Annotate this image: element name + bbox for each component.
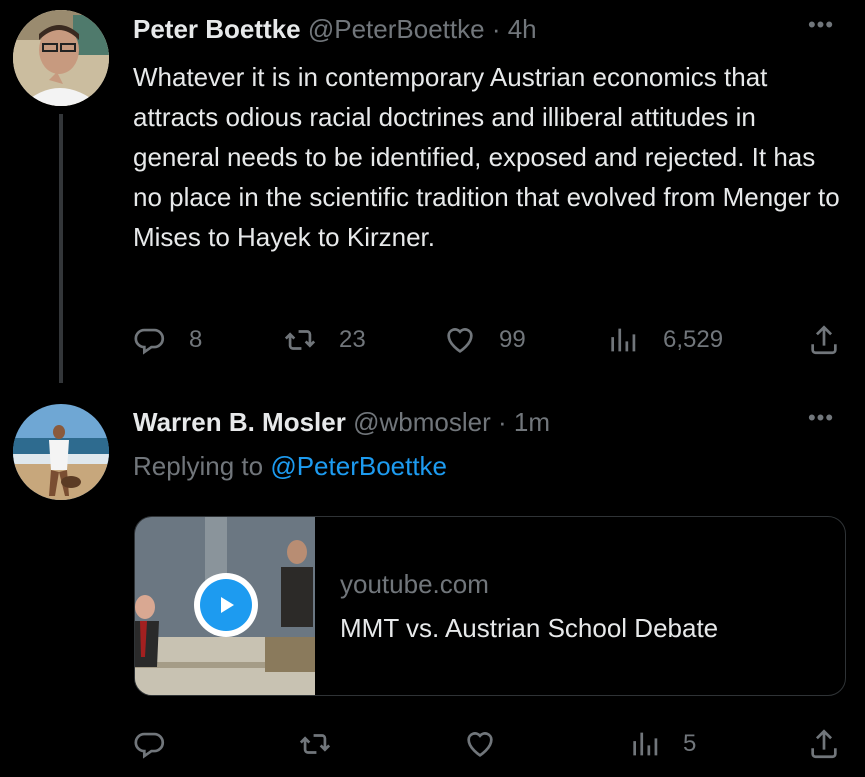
retweet-button[interactable]: 23 xyxy=(283,320,366,360)
timestamp[interactable]: 1m xyxy=(514,407,550,437)
share-icon xyxy=(811,325,837,355)
separator: · xyxy=(498,407,507,437)
action-bar: 8 23 99 6,529 xyxy=(133,320,843,360)
like-button[interactable]: 99 xyxy=(443,320,526,360)
retweet-icon xyxy=(299,734,331,754)
timestamp[interactable]: 4h xyxy=(508,14,537,44)
thread-line xyxy=(59,114,63,396)
action-bar: 5 xyxy=(133,724,843,764)
author-handle[interactable]: @wbmosler xyxy=(353,407,491,437)
author-name[interactable]: Warren B. Mosler xyxy=(133,407,346,437)
reply-icon xyxy=(134,328,165,355)
separator: · xyxy=(491,14,501,44)
reply-count: 8 xyxy=(189,326,203,353)
more-icon[interactable]: ••• xyxy=(801,12,841,42)
like-icon xyxy=(467,732,493,757)
share-button[interactable] xyxy=(807,320,841,360)
tweet-warren-mosler[interactable]: Warren B. Mosler @wbmosler · 1m ••• Repl… xyxy=(0,383,865,777)
retweet-icon xyxy=(284,330,316,350)
reply-icon xyxy=(134,732,165,759)
views-count: 6,529 xyxy=(663,326,724,353)
views-icon xyxy=(611,328,636,352)
author-handle[interactable]: @PeterBoettke xyxy=(308,14,485,44)
link-card[interactable]: youtube.com MMT vs. Austrian School Deba… xyxy=(134,516,846,696)
views-icon xyxy=(633,732,658,756)
author-name[interactable]: Peter Boettke xyxy=(133,14,301,44)
card-domain: youtube.com xyxy=(340,569,489,599)
replying-to: Replying to @PeterBoettke xyxy=(133,451,447,482)
retweet-button[interactable] xyxy=(298,724,332,764)
play-icon[interactable] xyxy=(194,573,258,637)
like-count: 99 xyxy=(499,326,526,353)
tweet-header: Peter Boettke @PeterBoettke · 4h xyxy=(133,14,537,45)
views-button[interactable]: 5 xyxy=(629,724,696,764)
tweet-header: Warren B. Mosler @wbmosler · 1m xyxy=(133,407,550,438)
views-count: 5 xyxy=(683,730,697,757)
like-icon xyxy=(447,328,473,353)
reply-button[interactable] xyxy=(133,724,167,764)
avatar[interactable] xyxy=(13,404,109,500)
like-button[interactable] xyxy=(463,724,497,764)
more-icon[interactable]: ••• xyxy=(801,405,841,435)
reply-button[interactable]: 8 xyxy=(133,320,202,360)
views-button[interactable]: 6,529 xyxy=(607,320,723,360)
replying-to-link[interactable]: @PeterBoettke xyxy=(270,451,447,481)
video-thumbnail[interactable] xyxy=(135,517,315,695)
replying-prefix: Replying to xyxy=(133,451,271,481)
tweet-peter-boettke[interactable]: Peter Boettke @PeterBoettke · 4h ••• Wha… xyxy=(0,0,865,396)
tweet-text: Whatever it is in contemporary Austrian … xyxy=(133,62,840,252)
share-icon xyxy=(811,729,837,759)
card-title: MMT vs. Austrian School Debate xyxy=(340,613,719,643)
retweet-count: 23 xyxy=(339,326,366,353)
share-button[interactable] xyxy=(807,724,841,764)
avatar[interactable] xyxy=(13,10,109,106)
